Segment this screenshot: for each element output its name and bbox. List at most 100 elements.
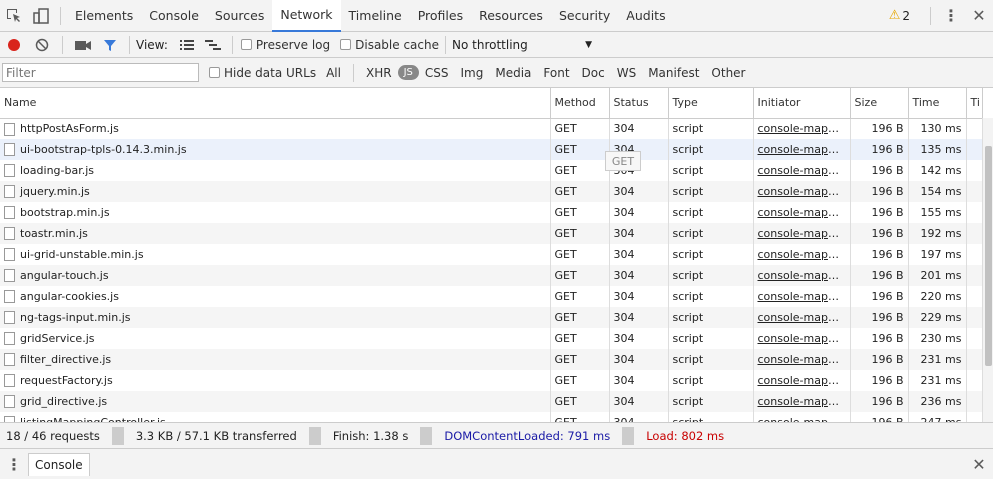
column-header-type[interactable]: Type	[668, 88, 754, 119]
table-row[interactable]: bootstrap.min.js GET 304 script console-mapp…	[0, 202, 983, 223]
table-row[interactable]: ng-tags-input.min.js GET 304 script console-…	[0, 307, 983, 328]
inspect-icon[interactable]	[0, 0, 28, 32]
request-name[interactable]: listingMappingController.js	[0, 412, 551, 422]
table-row[interactable]: filter_directive.js GET 304 script console-m…	[0, 349, 983, 370]
request-name[interactable]: grid_directive.js	[0, 391, 551, 412]
tab-timeline[interactable]: Timeline	[341, 0, 410, 32]
request-name[interactable]: angular-cookies.js	[0, 286, 551, 307]
table-row[interactable]: toastr.min.js GET 304 script console-mappin.…	[0, 223, 983, 244]
request-type: script	[668, 370, 754, 391]
table-row[interactable]: listingMappingController.jsGET304scriptc…	[0, 412, 983, 422]
table-row[interactable]: requestFactory.js GET 304 script console-map…	[0, 370, 983, 391]
column-header-name[interactable]: Name	[0, 88, 551, 119]
column-header-ti[interactable]: Ti	[966, 88, 983, 119]
filter-type-all[interactable]: All	[320, 64, 347, 82]
file-icon	[4, 395, 15, 409]
request-name[interactable]: loading-bar.js	[0, 160, 551, 181]
request-initiator[interactable]: console-mappin...	[753, 412, 851, 422]
request-name[interactable]: ng-tags-input.min.js	[0, 307, 551, 328]
throttling-select[interactable]: No throttling ▼	[452, 38, 592, 52]
large-rows-icon[interactable]	[174, 39, 200, 51]
request-initiator[interactable]: console-mappin...	[753, 328, 851, 349]
drawer-tab-console[interactable]: Console	[28, 452, 90, 476]
filter-icon[interactable]	[97, 38, 123, 52]
request-name[interactable]: angular-touch.js	[0, 265, 551, 286]
filter-type-media[interactable]: Media	[489, 64, 537, 82]
request-initiator[interactable]: console-mappin...	[753, 202, 851, 223]
filter-type-xhr[interactable]: XHR	[360, 64, 398, 82]
record-icon[interactable]	[0, 38, 28, 52]
filter-type-manifest[interactable]: Manifest	[642, 64, 705, 82]
request-initiator[interactable]: console-mappin...	[753, 181, 851, 202]
filter-type-css[interactable]: CSS	[419, 64, 455, 82]
request-name[interactable]: ui-bootstrap-tpls-0.14.3.min.js	[0, 139, 551, 160]
request-name[interactable]: filter_directive.js	[0, 349, 551, 370]
tab-network[interactable]: Network	[272, 0, 341, 32]
table-row[interactable]: ui-grid-unstable.min.js GET 304 script conso…	[0, 244, 983, 265]
scrollbar-thumb[interactable]	[985, 146, 992, 366]
table-row[interactable]: httpPostAsForm.js GET 304 script console-map…	[0, 118, 983, 139]
table-row[interactable]: angular-touch.js GET 304 script console-mapp…	[0, 265, 983, 286]
table-row[interactable]: jquery.min.js GET 304 script console-mappin.…	[0, 181, 983, 202]
tab-sources[interactable]: Sources	[207, 0, 272, 32]
request-name[interactable]: jquery.min.js	[0, 181, 551, 202]
checkbox-box[interactable]	[340, 39, 352, 50]
column-header-time[interactable]: Time	[908, 88, 967, 119]
request-initiator[interactable]: console-mappin...	[753, 349, 851, 370]
tab-profiles[interactable]: Profiles	[410, 0, 471, 32]
request-initiator[interactable]: console-mappin...	[753, 139, 851, 160]
close-icon[interactable]: ✕	[965, 6, 993, 25]
preserve-log-checkbox[interactable]: Preserve log	[240, 38, 330, 52]
request-initiator[interactable]: console-mappin...	[753, 370, 851, 391]
warning-count[interactable]: 2	[902, 9, 910, 23]
request-initiator[interactable]: console-mappin...	[753, 286, 851, 307]
tab-audits[interactable]: Audits	[618, 0, 673, 32]
tab-console[interactable]: Console	[141, 0, 207, 32]
table-row[interactable]: angular-cookies.js GET 304 script console-ma…	[0, 286, 983, 307]
overview-icon[interactable]	[200, 39, 226, 51]
clear-icon[interactable]	[28, 38, 56, 52]
filter-type-img[interactable]: Img	[454, 64, 489, 82]
request-initiator[interactable]: console-mappin...	[753, 391, 851, 412]
table-scrollbar[interactable]	[982, 118, 993, 422]
table-row[interactable]: grid_directive.js GET 304 script console-map…	[0, 391, 983, 412]
checkbox-box[interactable]	[209, 67, 220, 78]
disable-cache-checkbox[interactable]: Disable cache	[340, 38, 439, 52]
device-icon[interactable]	[28, 0, 54, 32]
request-initiator[interactable]: console-mappin...	[753, 244, 851, 265]
request-name[interactable]: bootstrap.min.js	[0, 202, 551, 223]
filter-input[interactable]	[2, 63, 199, 82]
table-row[interactable]: loading-bar.jsGET304scriptconsole-mappin…	[0, 160, 983, 181]
filter-type-other[interactable]: Other	[705, 64, 751, 82]
request-initiator[interactable]: console-mappin...	[753, 160, 851, 181]
column-header-status[interactable]: Status	[609, 88, 669, 119]
column-header-size[interactable]: Size	[850, 88, 909, 119]
more-icon[interactable]: ⋮	[937, 6, 965, 25]
request-name[interactable]: requestFactory.js	[0, 370, 551, 391]
hide-data-urls-checkbox[interactable]: Hide data URLs	[209, 66, 316, 80]
request-initiator[interactable]: console-mappin...	[753, 223, 851, 244]
drawer-close-icon[interactable]: ✕	[965, 455, 993, 474]
drawer-menu-icon[interactable]: ⋮	[0, 455, 28, 474]
filter-type-js[interactable]: JS	[397, 65, 419, 80]
warning-icon[interactable]: ⚠	[889, 8, 901, 23]
tab-elements[interactable]: Elements	[67, 0, 141, 32]
filter-type-doc[interactable]: Doc	[576, 64, 611, 82]
checkbox-box[interactable]	[240, 39, 252, 50]
table-row[interactable]: gridService.js GET 304 script console-mappin…	[0, 328, 983, 349]
tab-resources[interactable]: Resources	[471, 0, 551, 32]
filter-type-ws[interactable]: WS	[611, 64, 642, 82]
tab-security[interactable]: Security	[551, 0, 618, 32]
request-name[interactable]: toastr.min.js	[0, 223, 551, 244]
request-initiator[interactable]: console-mappin...	[753, 118, 851, 139]
request-name[interactable]: httpPostAsForm.js	[0, 118, 551, 139]
request-initiator[interactable]: console-mappin...	[753, 265, 851, 286]
request-name[interactable]: ui-grid-unstable.min.js	[0, 244, 551, 265]
table-row[interactable]: ui-bootstrap-tpls-0.14.3.min.js GET 304 scr…	[0, 139, 983, 160]
column-header-initiator[interactable]: Initiator	[753, 88, 851, 119]
camera-icon[interactable]	[69, 39, 97, 51]
request-initiator[interactable]: console-mappin...	[753, 307, 851, 328]
filter-type-font[interactable]: Font	[537, 64, 575, 82]
column-header-method[interactable]: Method	[550, 88, 610, 119]
request-name[interactable]: gridService.js	[0, 328, 551, 349]
